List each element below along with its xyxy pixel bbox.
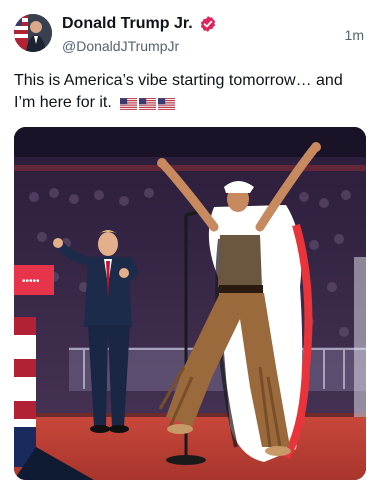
rally-photo-illustration: ••••• [14,127,366,480]
display-name[interactable]: Donald Trump Jr. [62,14,193,34]
us-flag-icon [139,98,157,110]
timestamp[interactable]: 1m [345,27,364,43]
tweet-body: This is America’s vibe starting tomorrow… [14,72,343,111]
led-board-text: ••••• [22,276,40,287]
us-flag-icon [120,98,138,110]
tweet-text: This is America’s vibe starting tomorrow… [14,70,366,114]
verified-badge-icon [199,15,217,33]
avatar[interactable] [14,14,52,52]
flag-emoji-group [120,98,176,110]
tweet-card[interactable]: Donald Trump Jr. @DonaldJTrumpJr 1m This… [0,0,380,500]
tweet-header: Donald Trump Jr. @DonaldJTrumpJr 1m [14,13,366,57]
tweet-photo[interactable]: ••••• [14,127,366,480]
user-handle[interactable]: @DonaldJTrumpJr [62,37,179,55]
us-flag-icon [158,98,176,110]
